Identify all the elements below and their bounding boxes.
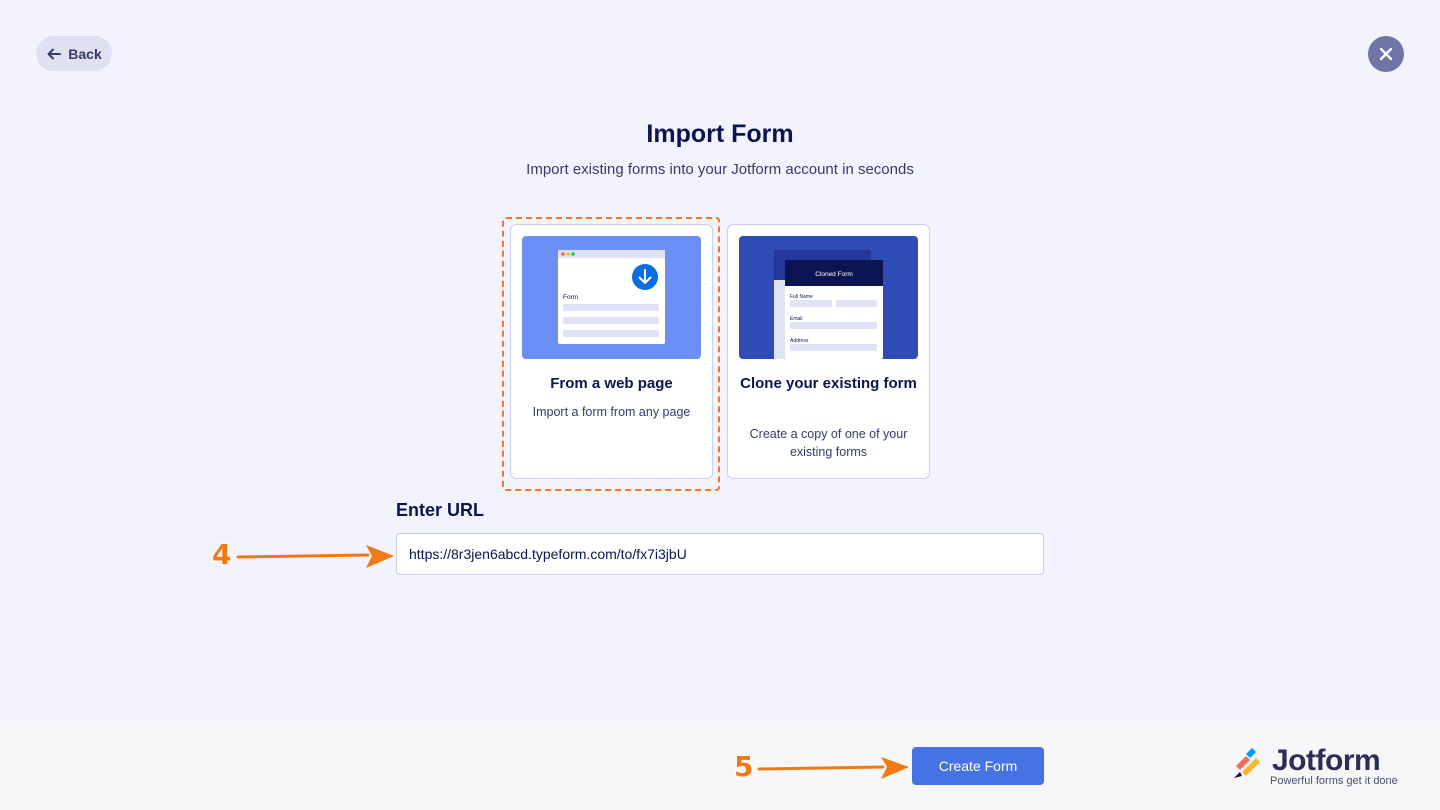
annotation-arrow-5 xyxy=(757,757,909,779)
jotform-logo: Jotform Powerful forms get it done xyxy=(1232,744,1412,792)
close-button[interactable] xyxy=(1368,36,1404,72)
url-label: Enter URL xyxy=(396,500,485,520)
back-button[interactable]: Back xyxy=(36,36,112,71)
option-title: From a web page xyxy=(550,375,673,392)
option-description: Create a copy of one of your existing fo… xyxy=(749,427,908,459)
option-description: Import a form from any page xyxy=(532,405,691,419)
arrow-left-icon xyxy=(47,48,62,59)
page-subtitle: Import existing forms into your Jotform … xyxy=(526,161,914,178)
page-title: Import Form xyxy=(646,120,794,148)
url-input[interactable] xyxy=(396,533,1044,575)
annotation-step-5: 5 xyxy=(734,750,754,783)
illustration-clone-header: Cloned Form xyxy=(815,271,853,278)
clone-form-illustration: Cloned Form Full Name Email Address xyxy=(739,236,918,359)
create-form-button[interactable]: Create Form xyxy=(912,747,1044,785)
option-card-clone-form[interactable]: Cloned Form Full Name Email Address Clon… xyxy=(727,224,930,479)
annotation-arrow-4 xyxy=(236,545,394,568)
option-title: Clone your existing form xyxy=(740,375,917,392)
back-label: Back xyxy=(68,45,102,62)
illustration-field-label: Email xyxy=(790,316,803,322)
annotation-step-4: 4 xyxy=(212,538,232,571)
option-card-web-page[interactable]: Form From a web page Import a form from … xyxy=(510,224,713,479)
jotform-logo-icon xyxy=(1234,748,1260,778)
brand-tagline: Powerful forms get it done xyxy=(1270,775,1398,787)
illustration-field-label: Address xyxy=(790,338,809,344)
web-page-illustration: Form xyxy=(522,236,701,359)
footer-bar xyxy=(0,721,1440,810)
close-icon xyxy=(1379,47,1393,61)
illustration-form-label: Form xyxy=(563,294,578,301)
brand-name: Jotform xyxy=(1272,744,1381,777)
illustration-field-label: Full Name xyxy=(790,294,813,300)
